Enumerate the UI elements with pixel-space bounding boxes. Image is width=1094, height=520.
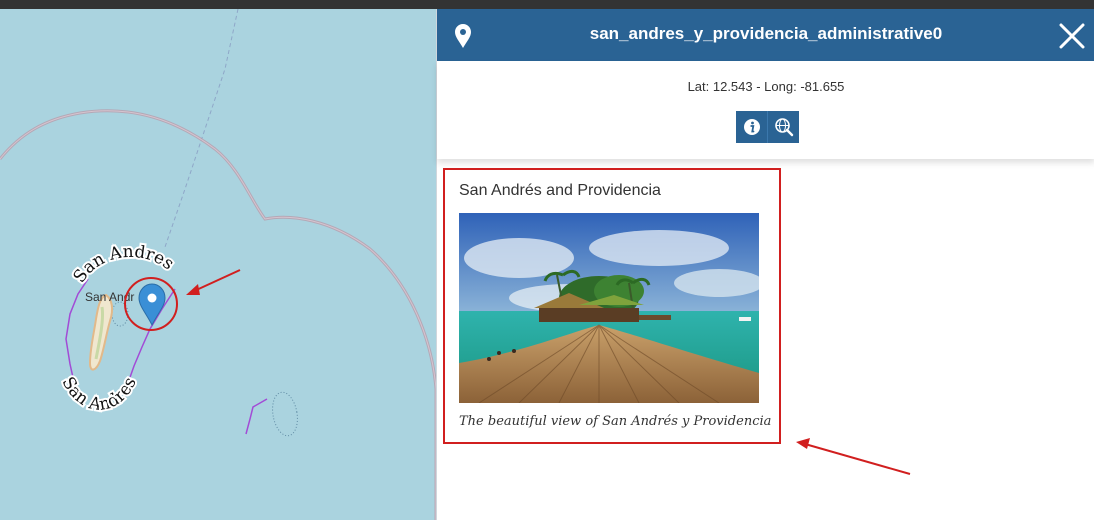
map-canvas[interactable]: San Andres San Andres San Andr (0, 9, 436, 520)
info-icon (743, 119, 760, 135)
close-icon[interactable] (1059, 23, 1085, 49)
window-top-bar (0, 0, 1094, 9)
water-boundary (0, 109, 436, 520)
curved-place-label-top: San Andres (70, 242, 178, 287)
reef-area-south (272, 391, 298, 437)
info-panel: san_andres_y_providencia_administrative0… (436, 9, 1094, 520)
card-title: San Andrés and Providencia (459, 182, 661, 199)
island-pier-photo[interactable] (459, 213, 759, 403)
panel-actions (736, 111, 799, 143)
map-view[interactable]: San Andres San Andres San Andr (0, 9, 436, 520)
card-caption: The beautiful view of San Andrés y Provi… (459, 414, 772, 429)
maritime-dashed-line (164, 9, 239, 248)
panel-title: san_andres_y_providencia_administrative0 (589, 24, 943, 43)
panel-header: san_andres_y_providencia_administrative0 (437, 9, 1094, 61)
coordinates-text: Lat: 12.543 - Long: -81.655 (687, 79, 845, 94)
place-label: San Andr (85, 290, 134, 304)
water-boundary-inner (0, 110, 436, 520)
location-marker-icon[interactable] (138, 283, 166, 327)
reef-area (111, 301, 129, 327)
map-marker-icon (455, 24, 471, 48)
curved-place-label-bottom: San Andres (57, 374, 140, 415)
info-button[interactable] (736, 111, 767, 143)
globe-search-button[interactable] (767, 111, 799, 143)
feature-card: San Andrés and Providencia The beautiful… (443, 168, 781, 444)
coordinates-section: Lat: 12.543 - Long: -81.655 (437, 61, 1094, 159)
globe-search-icon (774, 118, 793, 137)
admin-boundary-south (245, 398, 268, 435)
